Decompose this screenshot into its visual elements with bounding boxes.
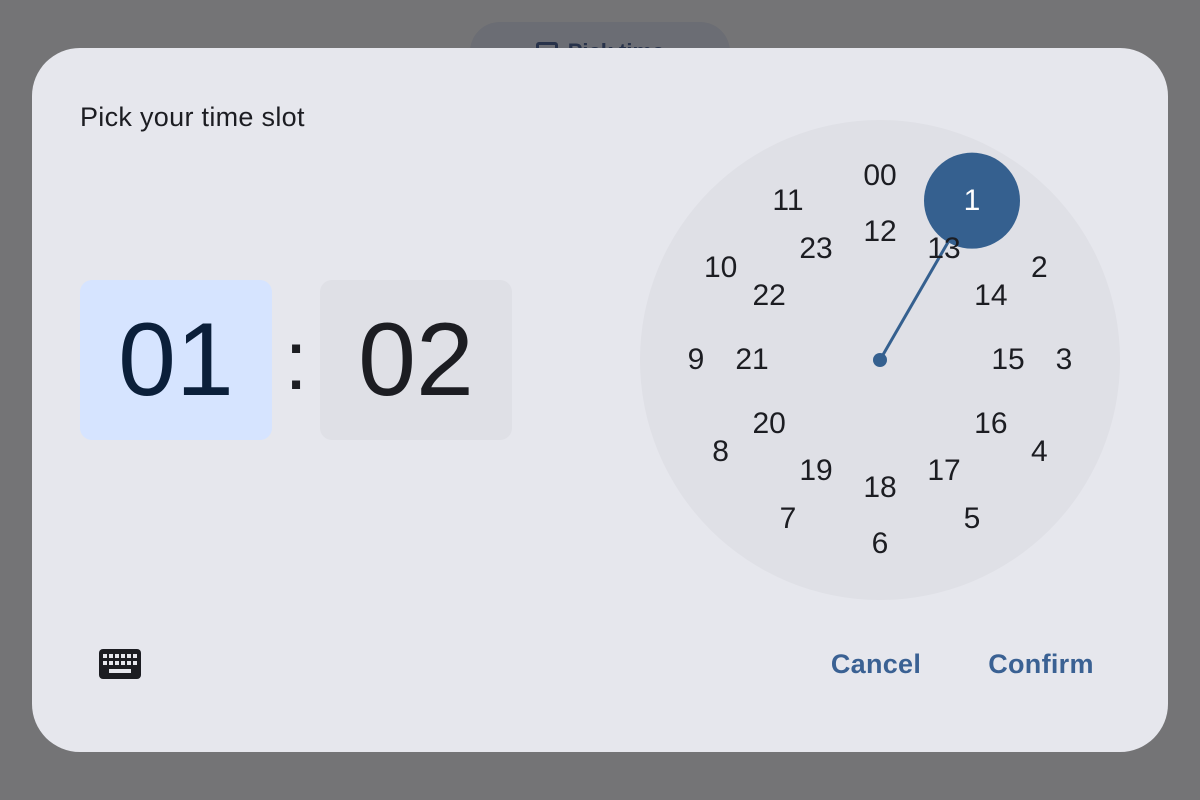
time-picker-dialog: Pick your time slot 01 : 02 00 2 3 4 5 6 7 8 9 10… — [32, 48, 1168, 752]
hour-input[interactable]: 01 — [80, 280, 272, 440]
clock-number-16[interactable]: 16 — [963, 404, 1019, 444]
clock-dial[interactable]: 00 2 3 4 5 6 7 8 9 10 11 12 13 14 15 16 17 18 19 20 21 22 23 1 — [640, 120, 1120, 600]
keyboard-icon[interactable] — [98, 648, 142, 680]
clock-number-2[interactable]: 2 — [1011, 248, 1067, 288]
clock-number-7[interactable]: 7 — [760, 499, 816, 539]
clock-number-14[interactable]: 14 — [963, 276, 1019, 316]
clock-number-21[interactable]: 21 — [724, 340, 780, 380]
clock-number-5[interactable]: 5 — [944, 499, 1000, 539]
minute-input[interactable]: 02 — [320, 280, 512, 440]
clock-number-22[interactable]: 22 — [741, 276, 797, 316]
clock-number-13[interactable]: 13 — [916, 229, 972, 269]
clock-number-19[interactable]: 19 — [788, 451, 844, 491]
clock-number-18[interactable]: 18 — [852, 468, 908, 508]
confirm-button[interactable]: Confirm — [978, 640, 1104, 688]
clock-number-00[interactable]: 00 — [852, 156, 908, 196]
clock-number-11[interactable]: 11 — [760, 181, 816, 221]
time-separator: : — [284, 313, 308, 407]
clock-number-9[interactable]: 9 — [668, 340, 724, 380]
clock-number-1[interactable]: 1 — [944, 181, 1000, 221]
clock-number-3[interactable]: 3 — [1036, 340, 1092, 380]
clock-center-dot — [873, 353, 887, 367]
clock-number-15[interactable]: 15 — [980, 340, 1036, 380]
clock-number-17[interactable]: 17 — [916, 451, 972, 491]
clock-number-6[interactable]: 6 — [852, 524, 908, 564]
clock-number-23[interactable]: 23 — [788, 229, 844, 269]
clock-number-12[interactable]: 12 — [852, 212, 908, 252]
cancel-button[interactable]: Cancel — [820, 640, 932, 688]
clock-number-4[interactable]: 4 — [1011, 432, 1067, 472]
dialog-headline: Pick your time slot — [80, 102, 305, 132]
clock-number-20[interactable]: 20 — [741, 404, 797, 444]
